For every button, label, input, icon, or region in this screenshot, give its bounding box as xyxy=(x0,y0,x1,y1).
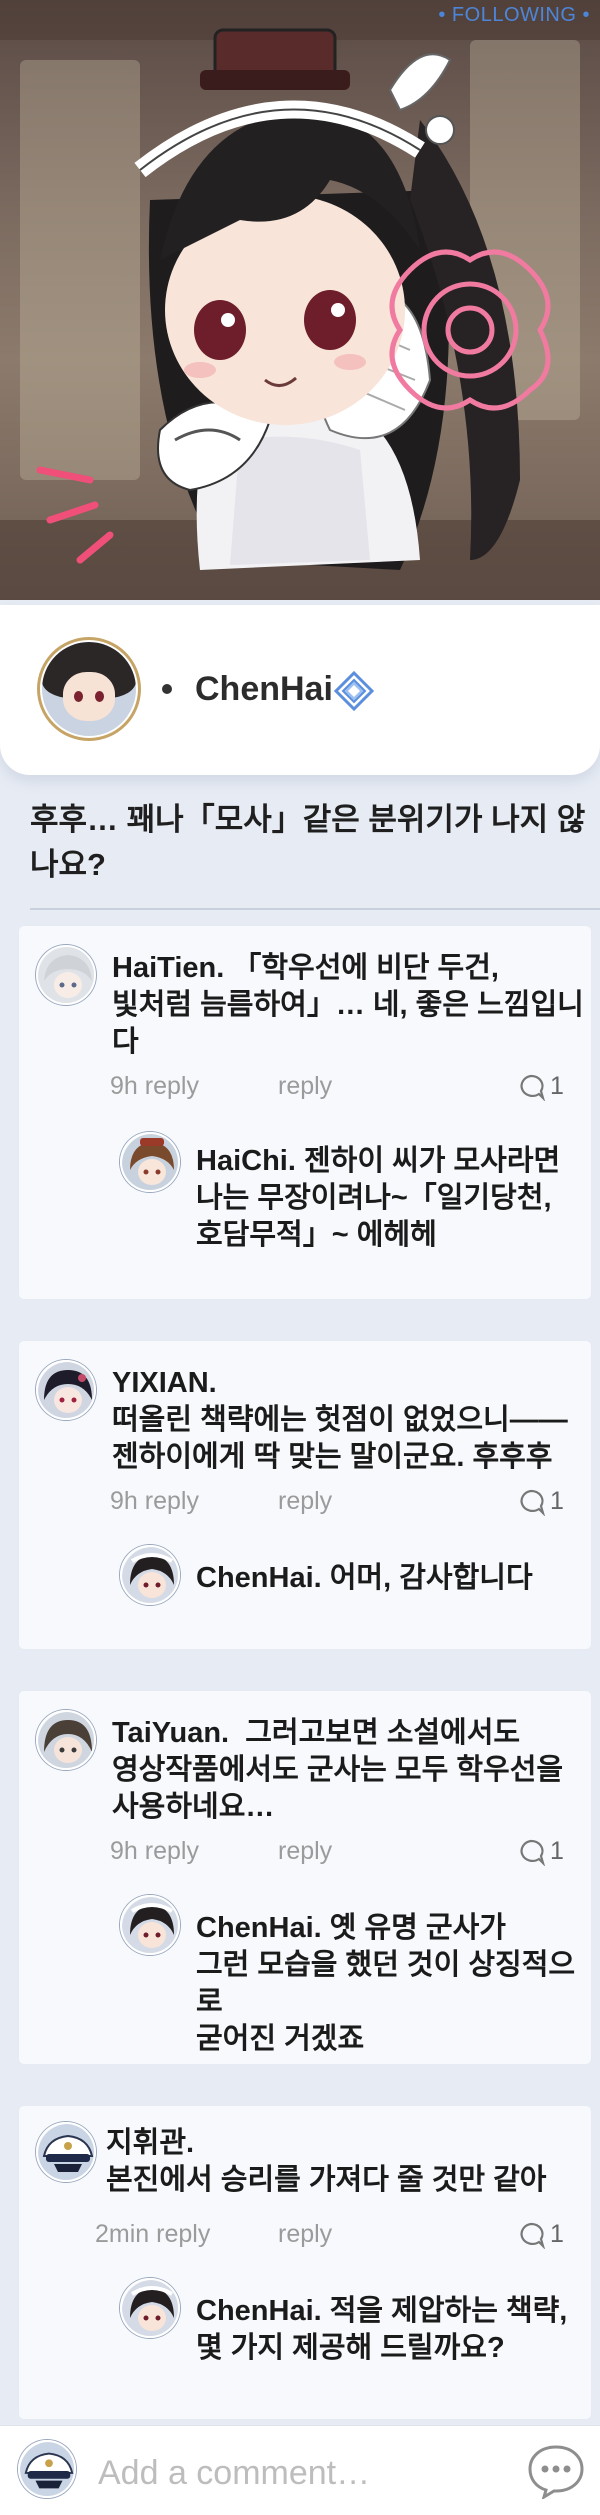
speech-bubble-icon[interactable] xyxy=(517,1838,545,1866)
reply-author[interactable]: ChenHai. xyxy=(196,1912,322,1944)
comment-text: HaiTien. 「학우선에 비단 두건, 빛처럼 늠름하여」… 네, 좋은 느… xyxy=(112,950,600,1061)
reply-button[interactable]: reply xyxy=(278,2220,332,2249)
commenter-avatar[interactable] xyxy=(36,945,96,1005)
reply-line: 어머, 감사합니다 xyxy=(329,1562,533,1594)
commenter-avatar[interactable] xyxy=(36,1710,96,1770)
author-avatar[interactable] xyxy=(40,640,138,738)
comment-text: TaiYuan. 그러고보면 소설에서도 영상작품에서도 군사는 모두 학우선을… xyxy=(112,1715,563,1826)
speech-bubble-icon[interactable] xyxy=(517,1073,545,1101)
reply-text: HaiChi. 젠하이 씨가 모사라면 나는 무장이려나~「일기당천, 호담무적… xyxy=(196,1143,560,1254)
reply-avatar[interactable] xyxy=(120,1132,180,1192)
reply-avatar[interactable] xyxy=(120,2278,180,2338)
commenter-avatar[interactable] xyxy=(36,1360,96,1420)
reply-button[interactable]: reply xyxy=(278,1487,332,1516)
reply-line: 적을 제압하는 책략, xyxy=(329,2295,568,2327)
post-text: 후후… 꽤나「모사」같은 분위기가 나지 않나요? xyxy=(30,802,586,882)
reply-count: 1 xyxy=(550,1837,564,1865)
comment-input[interactable] xyxy=(98,2450,498,2496)
reply-line: 젠하이 씨가 모사라면 xyxy=(303,1145,561,1177)
reply-avatar[interactable] xyxy=(120,1895,180,1955)
bullet-dot xyxy=(162,684,172,694)
verified-diamond-icon xyxy=(334,671,374,711)
comment-line: 젠하이에게 딱 맞는 말이군요. 후후후 xyxy=(112,1441,553,1474)
reply-line: 호담무적」~ 에헤헤 xyxy=(196,1219,437,1252)
speech-bubble-icon[interactable] xyxy=(517,2221,545,2249)
comment-author[interactable]: YIXIAN. xyxy=(112,1367,217,1399)
reply-count: 1 xyxy=(550,2220,564,2248)
reply-author[interactable]: ChenHai. xyxy=(196,1562,322,1594)
comment-line: 「학우선에 비단 두건, xyxy=(232,952,499,984)
reply-line: 옛 유명 군사가 xyxy=(329,1912,506,1944)
reply-text: ChenHai. 적을 제압하는 책략, 몇 가지 제공해 드릴까요? xyxy=(196,2293,567,2367)
comment-line: 영상작품에서도 군사는 모두 학우선을 xyxy=(112,1754,564,1787)
chibi-character-illustration xyxy=(36,28,551,570)
divider xyxy=(30,908,600,910)
comment-line: 본진에서 승리를 가져다 줄 것만 같아 xyxy=(106,2164,547,2197)
reply-line: 그런 모습을 했던 것이 상징적으로 xyxy=(196,1949,576,2019)
reply-line: 굳어진 거겠죠 xyxy=(196,2023,365,2056)
comment-author[interactable]: HaiTien. xyxy=(112,952,224,984)
comment-line: 떠올린 책략에는 헛점이 없었으니—— xyxy=(112,1404,568,1437)
following-badge[interactable]: • FOLLOWING • xyxy=(438,4,590,27)
comment-author[interactable]: 지휘관. xyxy=(106,2127,194,2159)
commenter-avatar[interactable] xyxy=(36,2122,96,2182)
comment-line: 빛처럼 늠름하여」… 네, 좋은 느낌입니다 xyxy=(112,989,584,1059)
reply-button[interactable]: reply xyxy=(278,1837,332,1866)
my-avatar[interactable] xyxy=(18,2440,76,2498)
reply-line: 나는 무장이려나~「일기당천, xyxy=(196,1182,552,1215)
chat-dots-icon[interactable] xyxy=(526,2443,586,2499)
comment-time: 9h reply xyxy=(110,1837,199,1865)
reply-avatar[interactable] xyxy=(120,1545,180,1605)
comment-line: 사용하네요… xyxy=(112,1791,275,1824)
author-name[interactable]: ChenHai xyxy=(195,670,333,709)
reply-line: 몇 가지 제공해 드릴까요? xyxy=(196,2332,505,2365)
comment-text: 지휘관. 본진에서 승리를 가져다 줄 것만 같아 xyxy=(106,2125,547,2199)
reply-author[interactable]: ChenHai. xyxy=(196,2295,322,2327)
post-illustration xyxy=(0,0,600,600)
comment-time: 9h reply xyxy=(110,1072,199,1100)
comment-time: 2min reply xyxy=(95,2220,211,2248)
reply-button[interactable]: reply xyxy=(278,1072,332,1101)
reply-text: ChenHai. 어머, 감사합니다 xyxy=(196,1560,533,1597)
comment-line: 그러고보면 소설에서도 xyxy=(245,1717,521,1749)
comment-text: YIXIAN. 떠올린 책략에는 헛점이 없었으니—— 젠하이에게 딱 맞는 말… xyxy=(112,1365,568,1476)
reply-author[interactable]: HaiChi. xyxy=(196,1145,296,1177)
reply-count: 1 xyxy=(550,1487,564,1515)
reply-text: ChenHai. 옛 유명 군사가 그런 모습을 했던 것이 상징적으로 굳어진… xyxy=(196,1910,600,2058)
speech-bubble-icon[interactable] xyxy=(517,1488,545,1516)
reply-count: 1 xyxy=(550,1072,564,1100)
comment-author[interactable]: TaiYuan. xyxy=(112,1717,229,1749)
comment-time: 9h reply xyxy=(110,1487,199,1515)
